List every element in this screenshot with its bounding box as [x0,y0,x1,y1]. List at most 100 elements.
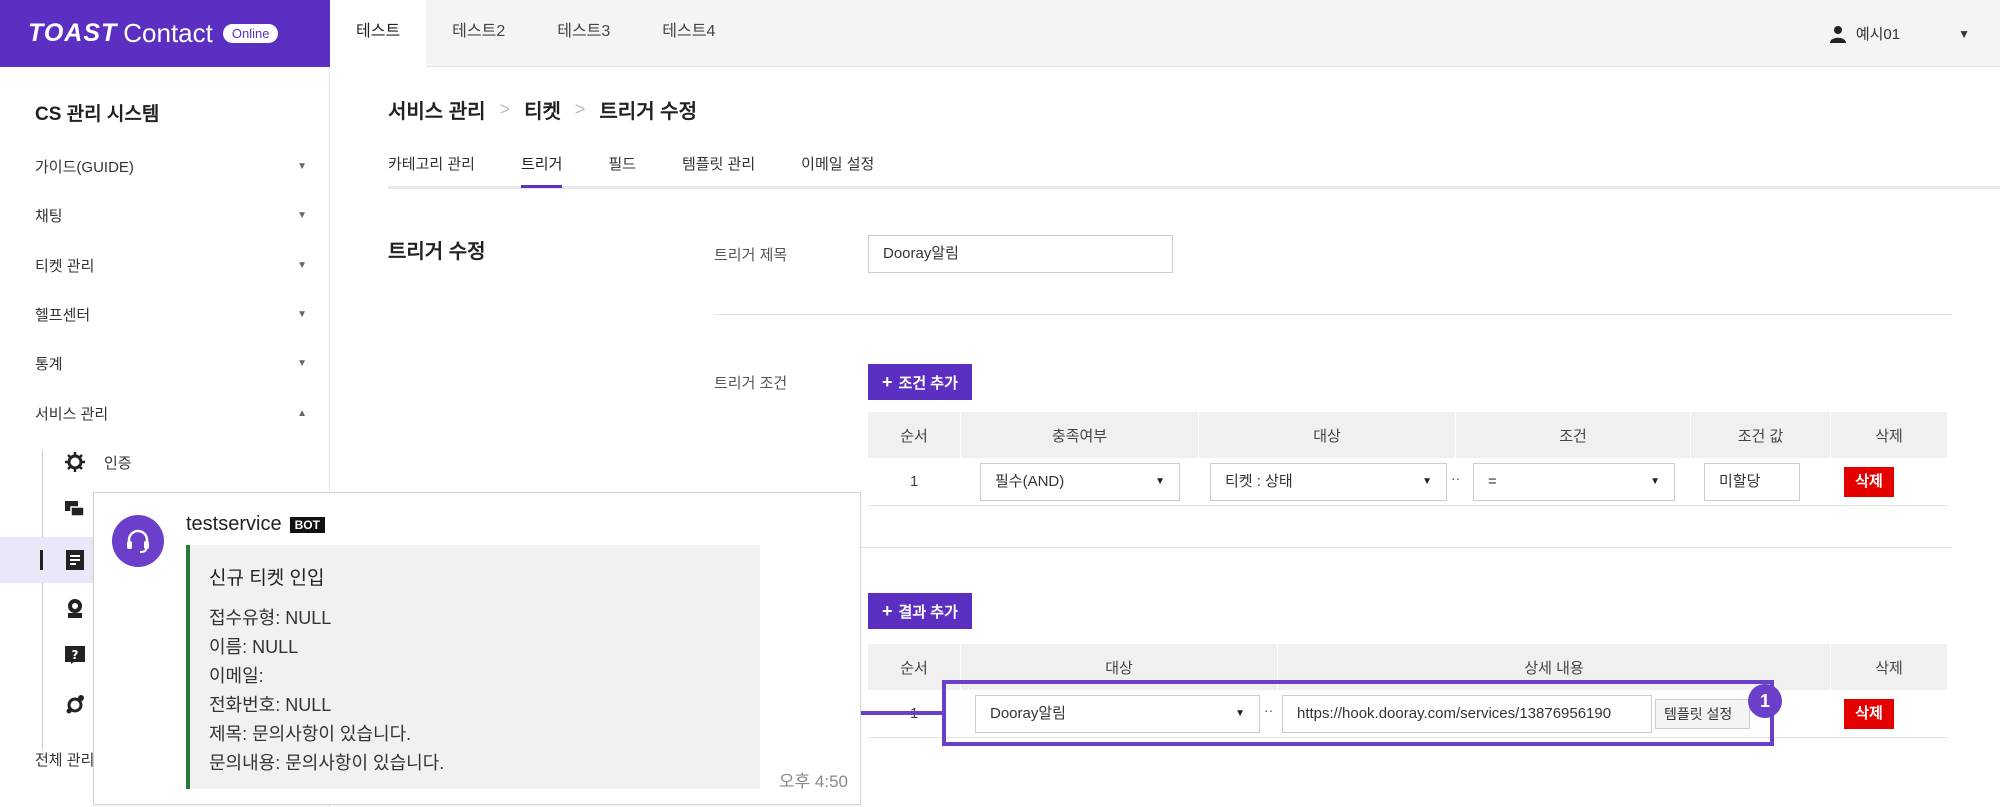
callout-number-badge: 1 [1748,684,1782,718]
sidebar-item-label: 헬프센터 [35,307,91,324]
tab-template[interactable]: 템플릿 관리 [682,153,755,186]
caret-down-icon: ▼ [1155,476,1165,487]
caret-down-icon: ▼ [1650,476,1660,487]
col-header: 순서 [868,412,961,458]
row-order: 1 [910,473,919,490]
sidebar-title: CS 관리 시스템 [35,104,160,125]
breadcrumb-item[interactable]: 서비스 관리 [388,95,486,124]
brand-toast-text: TOAST [28,19,118,47]
headset-icon [127,529,149,553]
subtab-list: 카테고리 관리 트리거 필드 템플릿 관리 이메일 설정 [388,153,920,188]
sidebar-item-helpcenter[interactable]: 헬프센터 ▼ [35,304,307,325]
chevron-down-icon: ▼ [297,260,307,271]
message-body: 신규 티켓 인입 접수유형: NULL 이름: NULL 이메일: 전화번호: … [186,545,760,789]
sidebar-item-label: 가이드(GUIDE) [35,159,134,176]
brand-logo[interactable]: TOAST Contact Online [0,0,330,67]
network-icon [64,693,86,715]
fulfill-select[interactable]: 필수(AND) ▼ [980,463,1180,501]
condition-table-header: 순서 충족여부 대상 조건 조건 값 삭제 [868,412,1948,458]
sidebar-item-stats[interactable]: 통계 ▼ [35,353,307,374]
chevron-down-icon: ▼ [297,358,307,369]
top-tab-2[interactable]: 테스트2 [426,0,531,67]
drag-dots: ·· [1451,470,1461,486]
add-result-button[interactable]: + 결과 추가 [868,593,972,629]
brand-online-badge: Online [222,24,279,43]
message-line: 이름: NULL [209,637,299,657]
delete-button[interactable]: 삭제 [1844,699,1894,729]
bot-badge: BOT [289,516,325,533]
top-nav: 테스트 테스트2 테스트3 테스트4 [330,0,741,67]
sidebar-item-guide[interactable]: 가이드(GUIDE) ▼ [35,156,307,177]
chevron-right-icon: > [499,99,511,119]
tab-trigger[interactable]: 트리거 [520,153,563,188]
divider [714,547,1952,548]
plus-icon: + [882,371,893,392]
sidebar-sub-ticket[interactable] [0,537,95,583]
target-select[interactable]: 티켓 : 상태 ▼ [1210,463,1447,501]
chat-bubbles-icon [64,499,86,521]
message-header: 신규 티켓 인입 [209,568,325,589]
message-line: 제목: 문의사항이 있습니다. [209,724,412,744]
chevron-down-icon: ▼ [297,210,307,221]
sidebar-item-chat[interactable]: 채팅 ▼ [35,205,307,226]
section-title: 트리거 수정 [388,241,486,263]
sidebar-item-label: 티켓 관리 [35,258,95,275]
message-line: 이메일: [209,666,264,686]
sender-name-row: testservice BOT [186,513,325,536]
svg-text:?: ? [72,648,79,662]
col-header: 삭제 [1831,412,1948,458]
tab-email[interactable]: 이메일 설정 [801,153,874,186]
message-line: 문의내용: 문의사항이 있습니다. [209,753,445,773]
headset-user-icon [64,597,86,619]
condition-value: = [1488,473,1497,490]
col-header: 조건 값 [1691,412,1831,458]
sidebar-sub-auth[interactable]: 인증 [42,439,330,485]
top-tab-1[interactable]: 테스트 [330,0,427,67]
user-menu[interactable]: 예시01 ▼ [1829,0,1970,67]
sidebar-item-label: 서비스 관리 [35,406,109,423]
tab-field[interactable]: 필드 [608,153,636,186]
dooray-message-preview: testservice BOT 신규 티켓 인입 접수유형: NULL 이름: … [93,492,861,805]
breadcrumb-item[interactable]: 티켓 [524,95,561,124]
user-name: 예시01 [1855,26,1901,43]
question-icon: ? [64,645,86,667]
message-line: 접수유형: NULL [209,608,332,628]
brand-contact-text: Contact [123,18,213,48]
col-header: 충족여부 [961,412,1199,458]
condition-select[interactable]: = ▼ [1473,463,1675,501]
document-icon [64,549,86,571]
breadcrumb: 서비스 관리 > 티켓 > 트리거 수정 [388,95,697,124]
fulfill-value: 필수(AND) [995,473,1065,490]
top-bar: TOAST Contact Online 테스트 테스트2 테스트3 테스트4 … [0,0,2000,67]
chevron-down-icon: ▼ [297,161,307,172]
trigger-title-input[interactable]: Dooray알림 [868,235,1173,273]
col-header: 삭제 [1831,644,1948,690]
condition-value-input[interactable]: 미할당 [1704,463,1800,501]
sidebar-item-label: 채팅 [35,208,63,225]
plus-icon: + [882,600,893,621]
sidebar-sub-label: 인증 [104,454,132,472]
add-result-label: 결과 추가 [898,603,958,621]
active-indicator [40,550,43,570]
trigger-title-label: 트리거 제목 [714,247,788,264]
trigger-condition-label: 트리거 조건 [714,375,788,392]
sidebar-item-ticket[interactable]: 티켓 관리 ▼ [35,255,307,276]
divider [714,314,1952,315]
sidebar-item-service[interactable]: 서비스 관리 ▲ [35,403,307,424]
chevron-down-icon: ▼ [297,309,307,320]
chevron-right-icon: > [574,99,586,119]
message-time: 오후 4:50 [778,772,848,791]
highlight-box [942,680,1774,746]
top-tab-3[interactable]: 테스트3 [531,0,636,67]
top-tab-4[interactable]: 테스트4 [636,0,741,67]
table-row: 1 필수(AND) ▼ 티켓 : 상태 ▼ ·· = ▼ 미할당 삭제 [868,458,1948,506]
col-header: 조건 [1456,412,1691,458]
add-condition-button[interactable]: + 조건 추가 [868,364,972,400]
delete-button[interactable]: 삭제 [1844,467,1894,497]
sidebar-item-label: 전체 관리 [35,752,95,769]
col-header: 대상 [1199,412,1456,458]
sidebar-item-label: 통계 [35,356,63,373]
tab-category[interactable]: 카테고리 관리 [388,153,475,186]
breadcrumb-item: 트리거 수정 [599,101,697,123]
bot-avatar [112,515,164,567]
